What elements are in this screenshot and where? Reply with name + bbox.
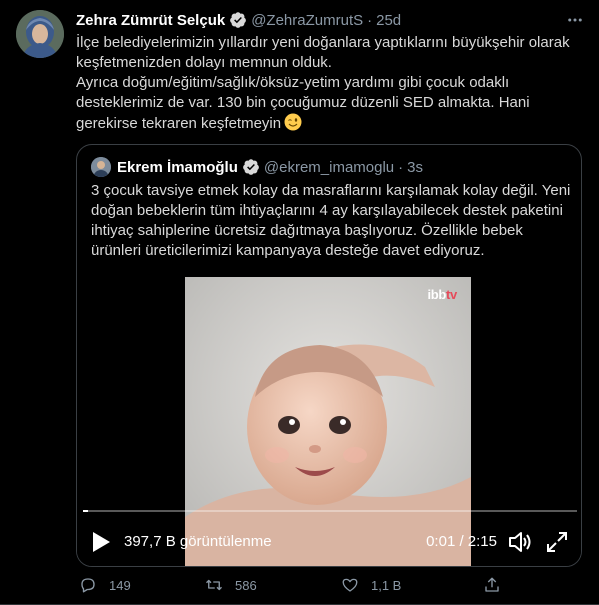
tweet-header: Zehra Zümrüt Selçuk @ZehraZumrutS · 25d (76, 10, 566, 30)
tv-logo-text: tv (446, 287, 457, 302)
author-name[interactable]: Zehra Zümrüt Selçuk (76, 12, 225, 29)
tweet-actions: 149 586 1,1 B (76, 574, 586, 596)
separator-dot: · (367, 11, 373, 29)
tweet-text: İlçe belediyelerimizin yıllardır yeni do… (76, 33, 586, 134)
like-button[interactable]: 1,1 B (341, 574, 401, 596)
video-frame[interactable]: ibbtv (185, 277, 471, 566)
retweet-icon (206, 579, 222, 591)
quoted-tweet-header: Ekrem İmamoğlu @ekrem_imamoglu · 3s (91, 157, 423, 177)
quoted-tweet[interactable]: Ekrem İmamoğlu @ekrem_imamoglu · 3s 3 ço… (76, 144, 582, 567)
quoted-avatar-image (91, 157, 111, 177)
share-icon (485, 577, 499, 592)
view-count: 397,7 B görüntülenme (124, 533, 272, 550)
avatar-image (16, 10, 64, 58)
ibb-tv-logo: ibbtv (427, 287, 457, 302)
video-duration: 0:01 / 2:15 (426, 533, 497, 550)
quoted-time: 3s (407, 158, 423, 176)
tweet-time[interactable]: 25d (376, 12, 401, 29)
author-avatar[interactable] (16, 10, 64, 58)
more-options-icon[interactable] (564, 10, 586, 30)
video-controls: 397,7 B görüntülenme 0:01 / 2:15 (77, 527, 581, 557)
fullscreen-icon[interactable] (545, 530, 569, 554)
verified-badge-icon (230, 12, 247, 28)
video-progress-fill (83, 510, 88, 512)
quoted-author-handle: @ekrem_imamoglu (263, 158, 395, 176)
share-button[interactable] (483, 574, 513, 596)
volume-icon[interactable] (507, 529, 533, 555)
ibb-logo-text: ibb (427, 287, 447, 302)
author-handle[interactable]: @ZehraZumrutS (251, 12, 363, 29)
play-icon[interactable] (91, 531, 111, 553)
retweet-count: 586 (235, 577, 257, 593)
tweet-text-paragraph-2: Ayrıca doğum/eğitim/sağlık/öksüz-yetim y… (76, 73, 586, 134)
quoted-verified-badge-icon (243, 159, 259, 175)
reply-button[interactable]: 149 (79, 574, 131, 596)
retweet-button[interactable]: 586 (205, 574, 257, 596)
tweet[interactable]: Zehra Zümrüt Selçuk @ZehraZumrutS · 25d … (0, 0, 599, 605)
tweet-text-paragraph-2-text: Ayrıca doğum/eğitim/sağlık/öksüz-yetim y… (76, 74, 530, 132)
quoted-author-name: Ekrem İmamoğlu (117, 158, 238, 176)
quoted-author-avatar (91, 157, 111, 177)
video-player[interactable]: ibbtv 397,7 B görüntülenme 0:01 / 2:15 (77, 277, 581, 566)
tweet-text-paragraph-1: İlçe belediyelerimizin yıllardır yeni do… (76, 34, 570, 71)
baby-video-thumbnail (185, 277, 471, 566)
ellipsis-icon (568, 18, 582, 22)
winking-face-emoji-icon (284, 113, 302, 131)
reply-icon (81, 578, 95, 593)
video-progress-bar[interactable] (83, 510, 577, 512)
like-count: 1,1 B (371, 577, 402, 593)
reply-count: 149 (109, 577, 131, 593)
quoted-tweet-text: 3 çocuk tavsiye etmek kolay da masraflar… (91, 182, 571, 259)
heart-icon (342, 578, 358, 592)
quoted-separator-dot: · (398, 158, 404, 176)
